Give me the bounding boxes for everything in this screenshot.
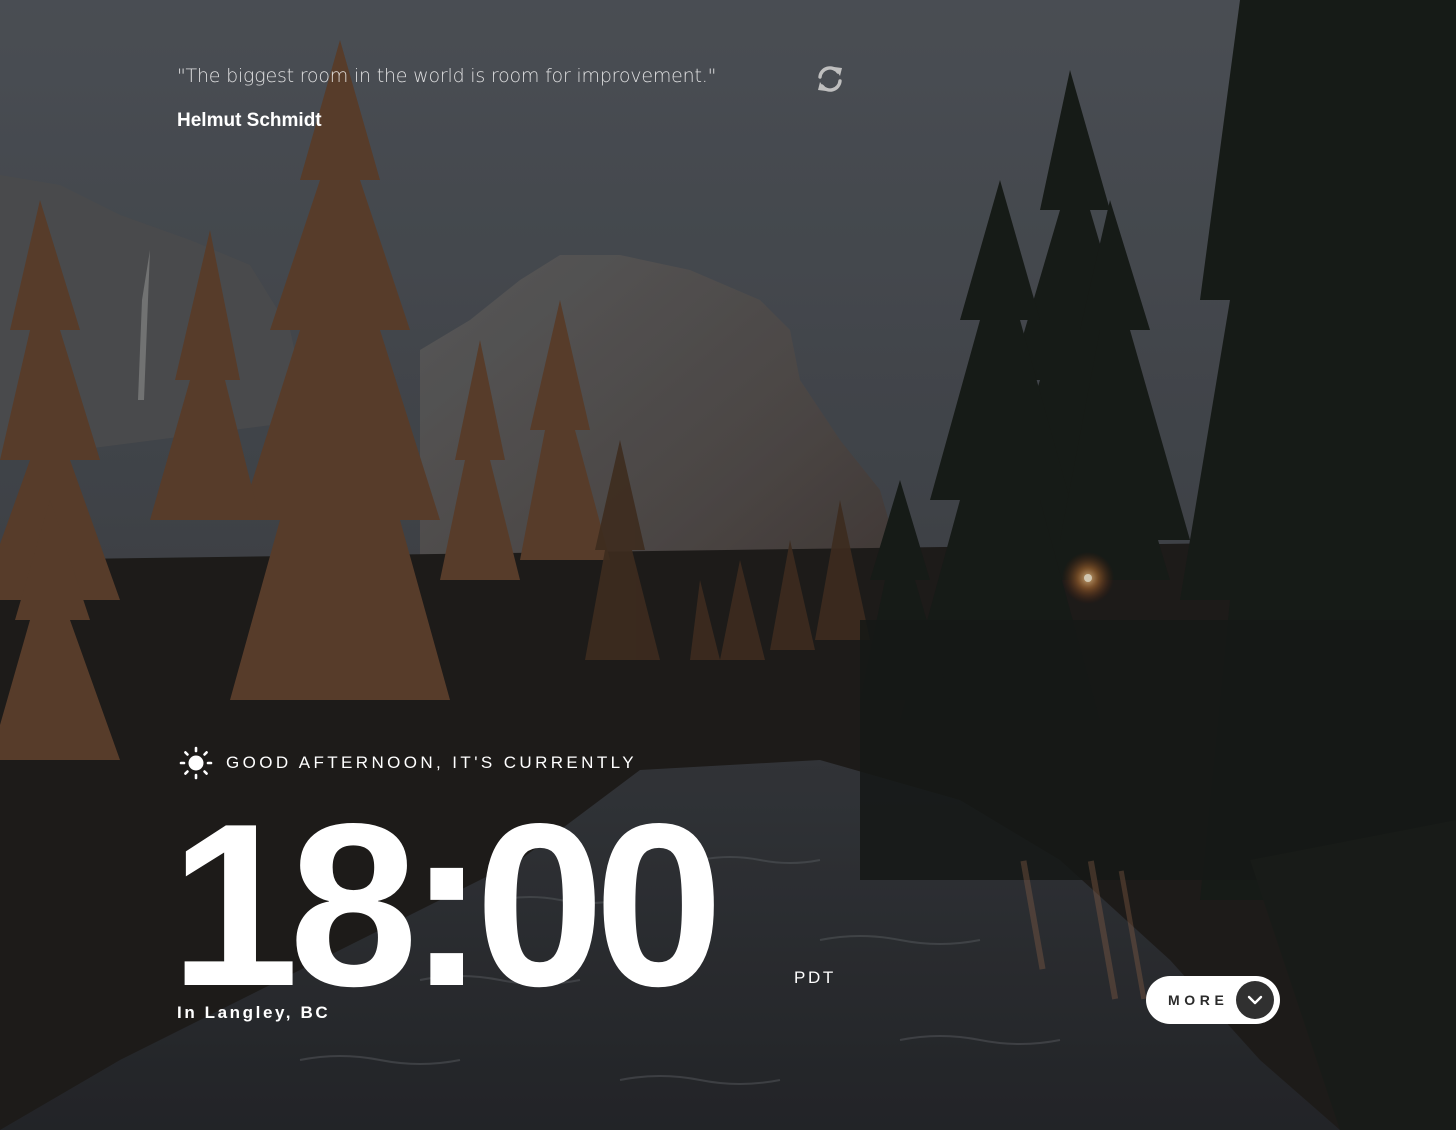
more-button-label: MORE: [1168, 992, 1229, 1008]
timezone-label: PDT: [794, 968, 836, 987]
location-label: In Langley, BC: [177, 1003, 331, 1022]
quote-author: Helmut Schmidt: [177, 110, 322, 131]
greeting-text: GOOD AFTERNOON, IT'S CURRENTLY: [226, 753, 637, 772]
clock-app: "The biggest room in the world is room f…: [0, 0, 1456, 1130]
more-button[interactable]: MORE: [1146, 976, 1280, 1024]
clock-time: 18:00: [170, 776, 723, 1035]
greeting: GOOD AFTERNOON, IT'S CURRENTLY: [179, 746, 637, 780]
sun-icon: [179, 746, 213, 780]
quote-text: "The biggest room in the world is room f…: [177, 65, 717, 87]
chevron-down-icon: [1236, 981, 1274, 1019]
refresh-icon[interactable]: [813, 62, 847, 96]
